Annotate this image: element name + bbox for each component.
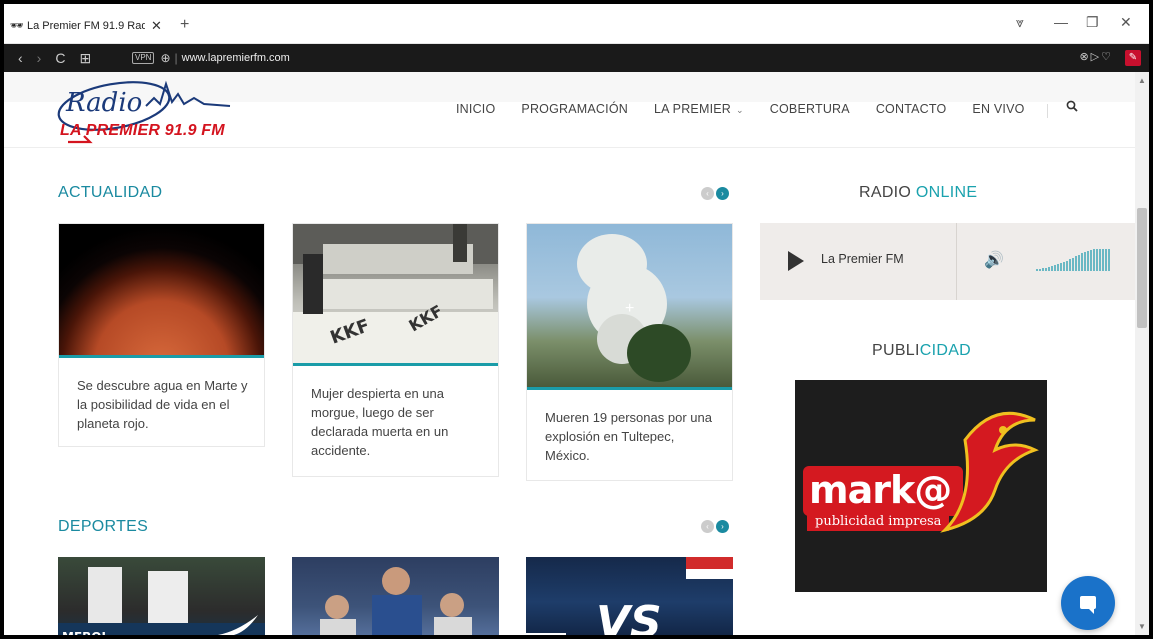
publicidad-title-accent: CIDAD <box>919 342 972 359</box>
browser-window: 🕶 La Premier FM 91.9 Radio ✕ + ⩔ — ❐ ✕ ‹… <box>4 4 1149 635</box>
page-viewport: Radio LA PREMIER 91.9 FM INICIO PROGRAMA… <box>4 72 1135 635</box>
plus-icon: + <box>625 300 635 317</box>
advertisement-banner[interactable]: mark@ publicidad impresa <box>795 380 1047 592</box>
vpn-badge[interactable]: VPN <box>132 52 155 64</box>
svg-text:MEBOL: MEBOL <box>62 630 109 635</box>
menu-icon[interactable]: ⩔ <box>1016 14 1024 31</box>
incognito-icon: 🕶 <box>10 20 24 32</box>
apps-icon[interactable]: ⊞ <box>79 50 91 67</box>
article-image-morgue[interactable]: KKF KKF <box>293 224 498 363</box>
tab-bar: 🕶 La Premier FM 91.9 Radio ✕ + ⩔ — ❐ ✕ <box>4 4 1149 44</box>
article-card[interactable]: VS <box>526 557 733 635</box>
url-field[interactable]: VPN ⊕ | www.lapremierfm.com <box>132 47 1132 69</box>
radio-player: La Premier FM 🔊 <box>760 223 1135 300</box>
nav-cobertura[interactable]: COBERTURA <box>770 102 850 116</box>
chat-button[interactable] <box>1061 576 1115 630</box>
publicidad-title-part: PUBLI <box>872 342 920 359</box>
site-logo[interactable]: Radio LA PREMIER 91.9 FM <box>54 76 234 144</box>
forward-icon[interactable]: › <box>37 50 42 66</box>
globe-icon: ⊕ <box>160 51 171 65</box>
nav-divider <box>1047 104 1048 118</box>
publicidad-title: PUBLICIDAD <box>872 342 971 360</box>
svg-text:VS: VS <box>596 597 662 635</box>
main-nav: INICIO PROGRAMACIÓN LA PREMIER ⌄ COBERTUR… <box>456 102 1051 116</box>
extension-icon[interactable]: ✎ <box>1125 50 1141 66</box>
url-separator: | <box>174 51 178 65</box>
article-text[interactable]: Se descubre agua en Marte y la posibilid… <box>59 358 264 446</box>
radio-online-title: RADIO ONLINE <box>859 184 977 202</box>
close-window-icon[interactable]: ✕ <box>1120 14 1132 31</box>
next-arrow-icon[interactable]: › <box>716 187 729 200</box>
section-title-actualidad: ACTUALIDAD <box>58 184 163 201</box>
article-image-sports-3[interactable]: VS <box>526 557 733 635</box>
site-header: Radio LA PREMIER 91.9 FM INICIO PROGRAMA… <box>4 72 1135 148</box>
scroll-up-icon[interactable]: ▲ <box>1138 76 1146 85</box>
nav-programacion[interactable]: PROGRAMACIÓN <box>521 102 628 116</box>
reload-icon[interactable]: C <box>55 50 65 66</box>
page-scrollbar[interactable]: ▲ ▼ <box>1135 72 1149 635</box>
sports-photo-shapes <box>320 567 472 635</box>
url-text[interactable]: www.lapremierfm.com <box>182 52 290 64</box>
article-text[interactable]: Mujer despierta en una morgue, luego de … <box>293 366 498 476</box>
article-card[interactable]: + Mueren 19 personas por una explosión e… <box>526 223 733 481</box>
player-divider <box>956 223 957 300</box>
article-image-explosion[interactable]: + <box>527 224 732 387</box>
volume-icon[interactable]: 🔊 <box>984 250 1004 270</box>
logo-name-text: LA PREMIER 91.9 FM <box>60 122 225 139</box>
sports-photo-shapes: VS <box>526 557 733 635</box>
play-icon[interactable] <box>788 251 804 271</box>
deportes-arrows: ‹ › <box>699 520 729 533</box>
radio-title-accent: ONLINE <box>915 184 978 201</box>
actualidad-arrows: ‹ › <box>699 187 729 200</box>
nav-contacto[interactable]: CONTACTO <box>876 102 947 116</box>
ad-bird-graphic <box>940 411 1039 533</box>
article-image-mars[interactable] <box>59 224 264 355</box>
article-card[interactable]: MEBOL <box>58 557 265 635</box>
nav-la-premier[interactable]: LA PREMIER ⌄ <box>654 102 744 116</box>
tab-la-premier[interactable]: 🕶 La Premier FM 91.9 Radio ✕ <box>4 14 174 38</box>
restore-icon[interactable]: ❐ <box>1086 14 1099 31</box>
prev-arrow-icon[interactable]: ‹ <box>701 520 714 533</box>
tree-shape <box>627 324 691 382</box>
scroll-down-icon[interactable]: ▼ <box>1138 622 1146 631</box>
next-arrow-icon[interactable]: › <box>716 520 729 533</box>
nav-inicio[interactable]: INICIO <box>456 102 495 116</box>
nav-en-vivo[interactable]: EN VIVO <box>972 102 1024 116</box>
article-card[interactable]: Se descubre agua en Marte y la posibilid… <box>58 223 265 447</box>
article-card[interactable]: KKF KKF Mujer despierta en una morgue, l… <box>292 223 499 477</box>
close-tab-icon[interactable]: ✕ <box>151 18 162 34</box>
sports-photo-shapes: MEBOL <box>58 567 265 635</box>
article-image-sports-1[interactable]: MEBOL <box>58 557 265 635</box>
new-tab-icon[interactable]: + <box>180 16 189 34</box>
search-icon[interactable] <box>1066 100 1078 115</box>
scroll-thumb[interactable] <box>1137 208 1147 328</box>
station-name: La Premier FM <box>821 252 904 266</box>
minimize-icon[interactable]: — <box>1054 14 1068 30</box>
article-card[interactable] <box>292 557 499 635</box>
tab-title: La Premier FM 91.9 Radio <box>27 20 145 32</box>
chat-bubble-icon <box>1080 596 1096 614</box>
address-bar: ‹ › C ⊞ VPN ⊕ | www.lapremierfm.com ⊗▷♡ … <box>4 44 1149 72</box>
prev-arrow-icon[interactable]: ‹ <box>701 187 714 200</box>
addr-right-icons[interactable]: ⊗▷♡ <box>1079 50 1113 63</box>
nav-la-premier-label: LA PREMIER <box>653 102 732 116</box>
section-title-deportes: DEPORTES <box>58 518 149 535</box>
radio-title-part: RADIO <box>859 184 916 201</box>
chevron-down-icon: ⌄ <box>736 105 744 115</box>
volume-slider[interactable] <box>1036 249 1111 271</box>
article-text[interactable]: Mueren 19 personas por una explosión en … <box>527 390 732 480</box>
logo-radio-text: Radio <box>66 88 143 118</box>
article-image-sports-2[interactable] <box>292 557 499 635</box>
morgue-photo-shapes: KKF KKF <box>293 224 498 363</box>
back-icon[interactable]: ‹ <box>18 50 23 66</box>
